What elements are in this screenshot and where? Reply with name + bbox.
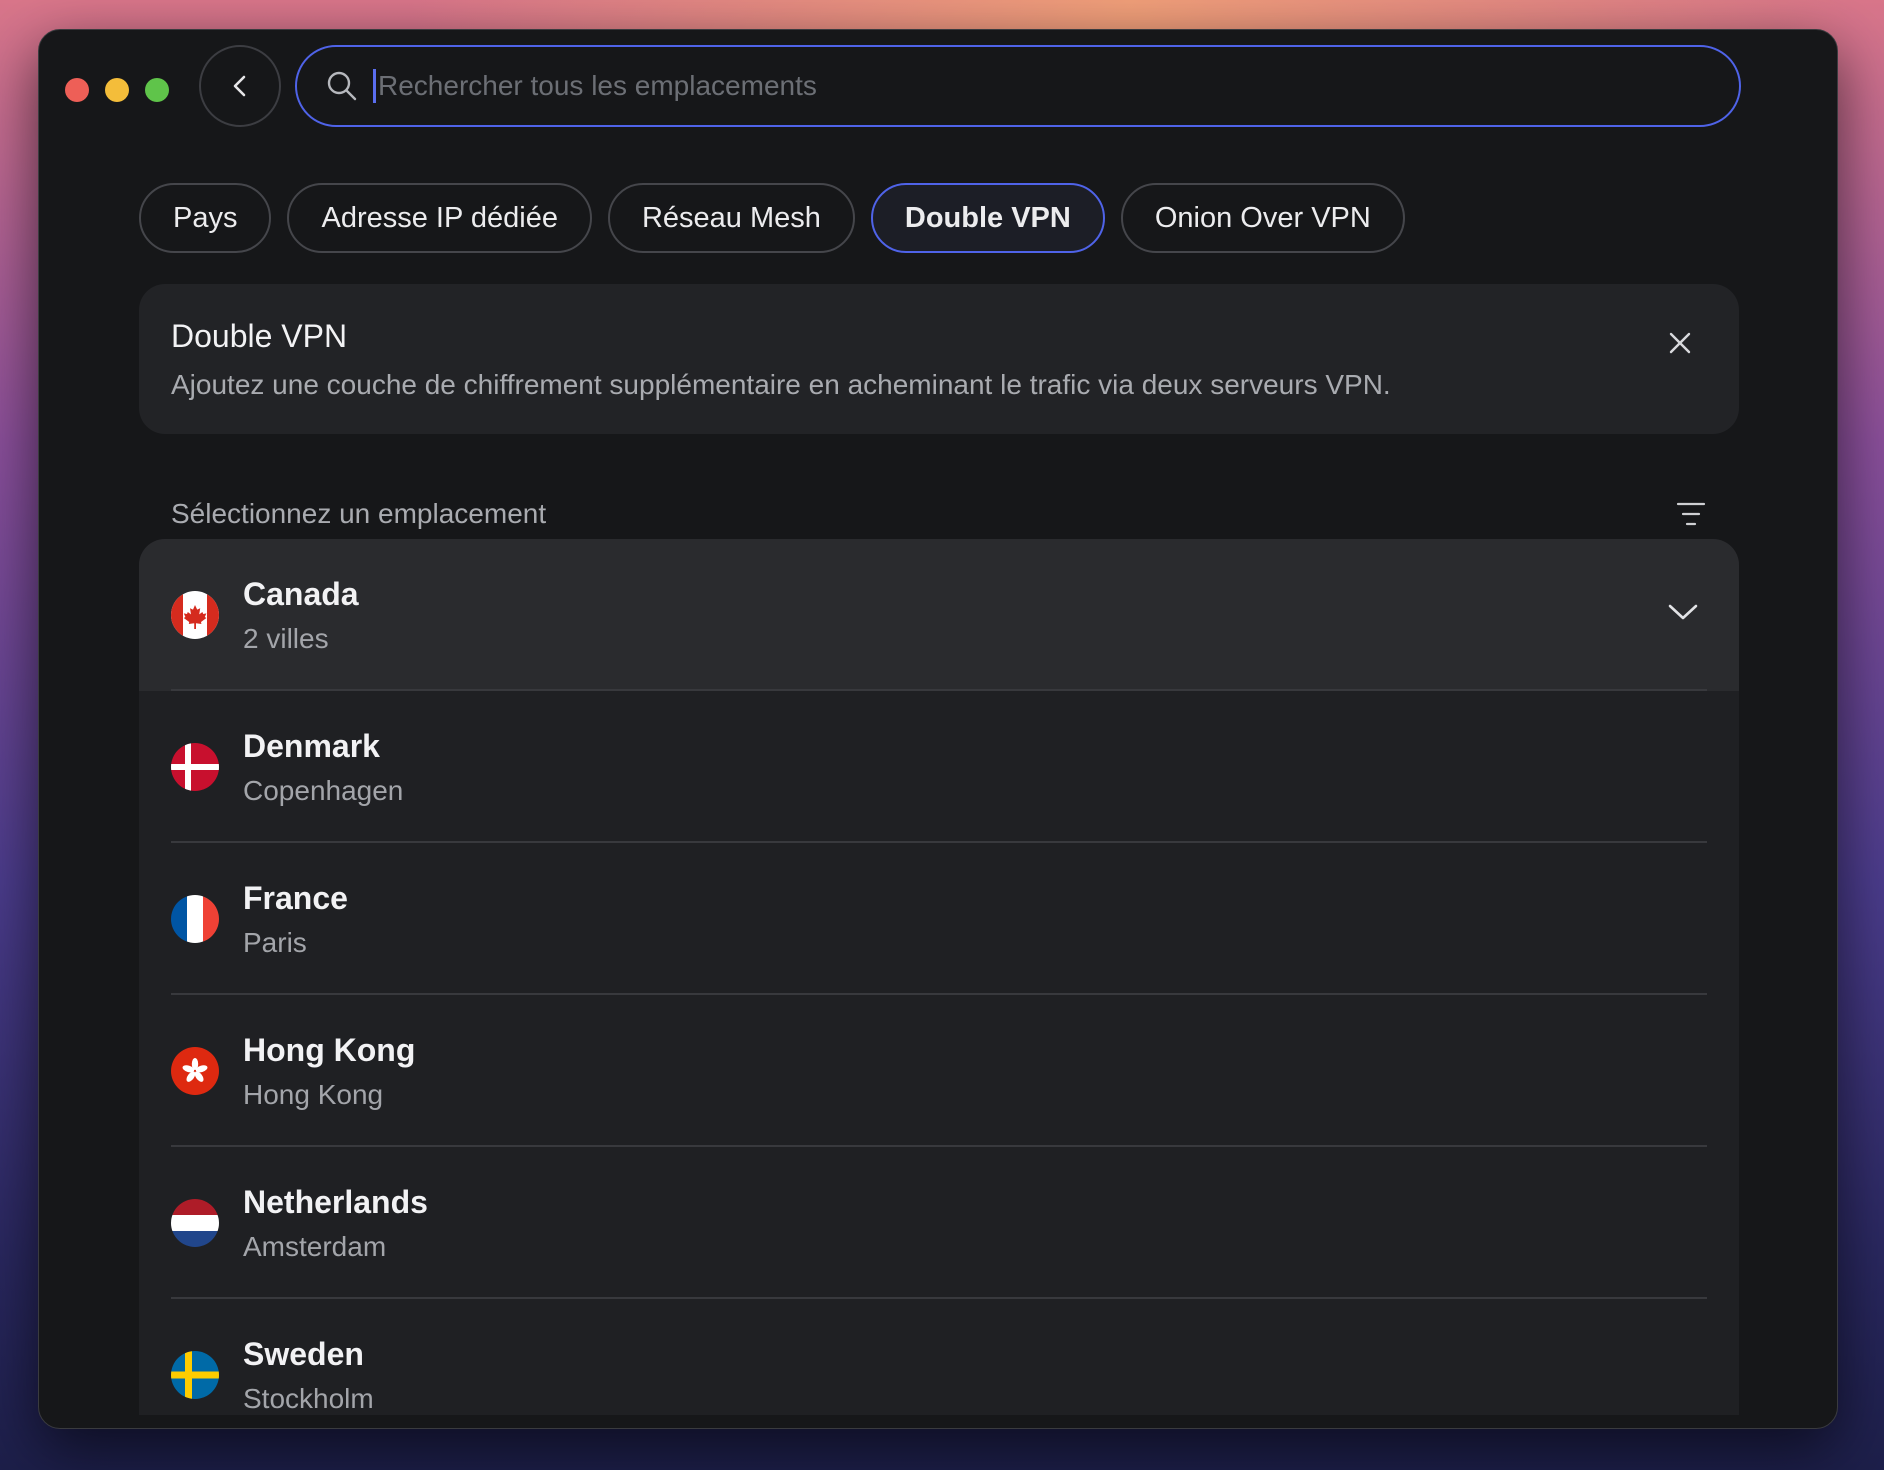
info-description: Ajoutez une couche de chiffrement supplé…	[171, 369, 1391, 400]
city-name: Amsterdam	[243, 1230, 387, 1262]
country-name: Canada	[243, 575, 359, 612]
info-card: Double VPN Ajoutez une couche de chiffre…	[139, 284, 1739, 434]
search-input[interactable]	[378, 70, 1678, 102]
category-tabs: Pays Adresse IP dédiée Réseau Mesh Doubl…	[139, 183, 1405, 253]
city-count: 2 villes	[243, 622, 329, 654]
sweden-flag-icon	[171, 1351, 219, 1399]
info-title: Double VPN	[171, 318, 348, 354]
france-flag-icon	[171, 895, 219, 943]
chevron-left-icon	[233, 75, 246, 97]
list-item-sweden[interactable]: Sweden Stockholm	[139, 1299, 1739, 1415]
city-name: Hong Kong	[243, 1078, 384, 1110]
country-name: Netherlands	[243, 1183, 428, 1220]
list-item-hong-kong[interactable]: Hong Kong Hong Kong	[139, 995, 1739, 1147]
list-item-denmark[interactable]: Denmark Copenhagen	[139, 691, 1739, 843]
section-header: Sélectionnez un emplacement	[171, 498, 1707, 530]
tab-adresse-ip-dediee[interactable]: Adresse IP dédiée	[287, 183, 592, 253]
canada-flag-icon	[171, 591, 219, 639]
list-item-canada[interactable]: Canada 2 villes	[139, 539, 1739, 691]
search-icon	[327, 71, 357, 101]
back-button[interactable]	[199, 45, 281, 127]
text-caret	[373, 69, 376, 103]
tab-reseau-mesh[interactable]: Réseau Mesh	[607, 183, 855, 253]
tab-pays[interactable]: Pays	[139, 183, 272, 253]
tab-onion-over-vpn[interactable]: Onion Over VPN	[1120, 183, 1405, 253]
country-name: France	[243, 879, 348, 916]
city-name: Stockholm	[243, 1382, 374, 1414]
chevron-down-icon[interactable]	[1667, 601, 1699, 623]
country-name: Sweden	[243, 1335, 364, 1372]
tab-double-vpn[interactable]: Double VPN	[870, 183, 1105, 253]
country-name: Hong Kong	[243, 1031, 416, 1068]
maximize-window-button[interactable]	[145, 78, 169, 102]
window-controls	[65, 78, 169, 102]
app-window: Pays Adresse IP dédiée Réseau Mesh Doubl…	[38, 29, 1838, 1429]
list-item-france[interactable]: France Paris	[139, 843, 1739, 995]
close-window-button[interactable]	[65, 78, 89, 102]
denmark-flag-icon	[171, 743, 219, 791]
city-name: Copenhagen	[243, 774, 404, 806]
minimize-window-button[interactable]	[105, 78, 129, 102]
hong-kong-flag-icon	[171, 1047, 219, 1095]
location-list: Canada 2 villes Denmark Copenhagen Franc…	[139, 539, 1739, 1415]
close-icon[interactable]	[1667, 330, 1693, 356]
netherlands-flag-icon	[171, 1199, 219, 1247]
country-name: Denmark	[243, 727, 380, 764]
search-bar[interactable]	[295, 45, 1741, 127]
city-name: Paris	[243, 926, 307, 958]
section-title: Sélectionnez un emplacement	[171, 498, 547, 529]
list-item-netherlands[interactable]: Netherlands Amsterdam	[139, 1147, 1739, 1299]
filter-icon[interactable]	[1675, 498, 1707, 530]
